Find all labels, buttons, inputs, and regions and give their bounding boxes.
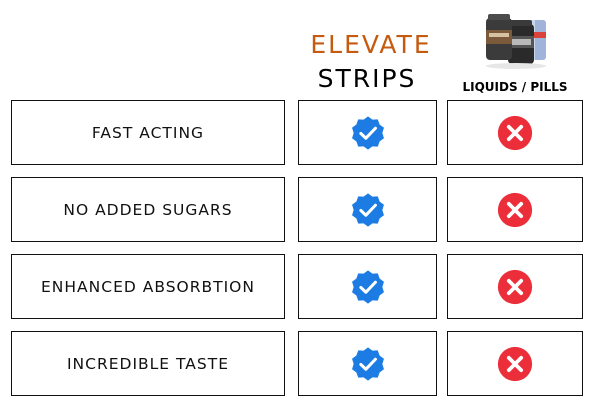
- x-circle-icon: [497, 346, 533, 381]
- check-badge-icon: [351, 269, 384, 304]
- check-badge-icon: [351, 346, 384, 381]
- liquids-pills-mark-cell: [447, 331, 583, 396]
- liquids-pills-mark-cell: [447, 177, 583, 242]
- feature-label: ENHANCED ABSORBTION: [41, 277, 255, 296]
- strips-mark-cell: [298, 177, 437, 242]
- liquids-pills-mark-cell: [447, 254, 583, 319]
- liquids-pills-mark-cell: [447, 100, 583, 165]
- x-circle-icon: [497, 269, 533, 304]
- check-badge-icon: [351, 192, 384, 227]
- brand-title-elevate: ELEVATE: [310, 30, 432, 59]
- brand-title-strips: STRIPS: [317, 64, 417, 93]
- column-header-liquids-pills: LIQUIDS / PILLS: [462, 80, 568, 94]
- feature-cell: FAST ACTING: [11, 100, 285, 165]
- feature-cell: INCREDIBLE TASTE: [11, 331, 285, 396]
- feature-label: FAST ACTING: [91, 123, 205, 142]
- check-badge-icon: [351, 115, 384, 150]
- strips-mark-cell: [298, 331, 437, 396]
- x-circle-icon: [497, 192, 533, 227]
- strips-mark-cell: [298, 254, 437, 319]
- feature-cell: ENHANCED ABSORBTION: [11, 254, 285, 319]
- supplement-bottles-and-can-image: [486, 14, 546, 69]
- x-circle-icon: [497, 115, 533, 150]
- feature-label: INCREDIBLE TASTE: [66, 354, 230, 373]
- strips-mark-cell: [298, 100, 437, 165]
- feature-cell: NO ADDED SUGARS: [11, 177, 285, 242]
- feature-label: NO ADDED SUGARS: [63, 200, 233, 219]
